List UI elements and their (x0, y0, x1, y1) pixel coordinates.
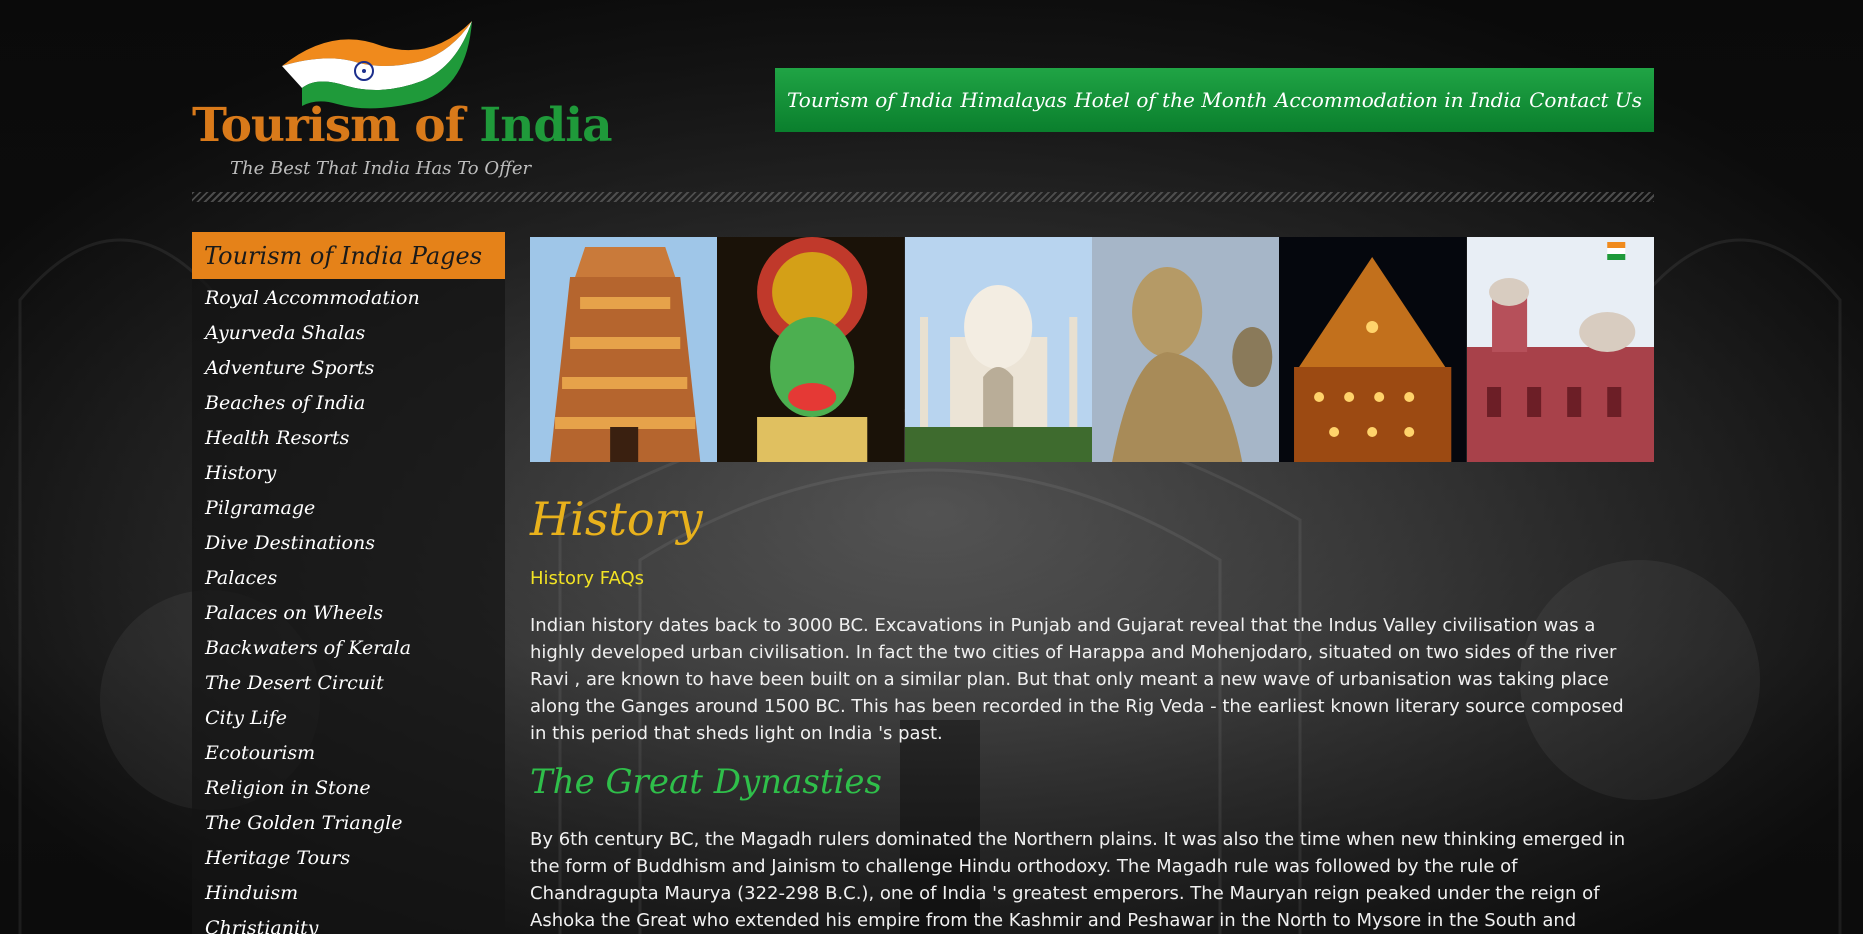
nav-item-hotel-of-the-month[interactable]: Hotel of the Month (1074, 88, 1267, 112)
sidebar-item-dive-destinations[interactable]: Dive Destinations (205, 528, 505, 563)
site-logo[interactable]: Tourism of India The Best That India Has… (192, 16, 613, 186)
sidebar-item-religion-in-stone[interactable]: Religion in Stone (205, 773, 505, 808)
sidebar-item-city-life[interactable]: City Life (205, 703, 505, 738)
page-title: History (530, 492, 703, 546)
section-heading-great-dynasties: The Great Dynasties (530, 762, 882, 802)
history-intro-paragraph: Indian history dates back to 3000 BC. Ex… (530, 615, 1624, 744)
dynasties-paragraph: By 6th century BC, the Magadh rulers dom… (530, 829, 1626, 931)
sidebar-item-heritage-tours[interactable]: Heritage Tours (205, 843, 505, 878)
sidebar-item-royal-accommodation[interactable]: Royal Accommodation (205, 283, 505, 318)
logo-word-india: India (479, 98, 612, 153)
sidebar-item-palaces-on-wheels[interactable]: Palaces on Wheels (205, 598, 505, 633)
logo-title: Tourism of India (192, 98, 613, 153)
illuminated-temple-photo (1279, 237, 1467, 462)
header-divider (192, 192, 1654, 202)
nav-item-contact-us[interactable]: Contact Us (1529, 88, 1642, 112)
sidebar-item-history[interactable]: History (205, 458, 505, 493)
logo-tagline: The Best That India Has To Offer (230, 158, 532, 179)
sidebar-item-health-resorts[interactable]: Health Resorts (205, 423, 505, 458)
sidebar-item-the-golden-triangle[interactable]: The Golden Triangle (205, 808, 505, 843)
sidebar-item-ayurveda-shalas[interactable]: Ayurveda Shalas (205, 318, 505, 353)
sidebar-item-beaches-of-india[interactable]: Beaches of India (205, 388, 505, 423)
temple-gopuram-photo (530, 237, 718, 462)
nav-item-himalayas[interactable]: Himalayas (960, 88, 1067, 112)
sidebar-item-the-desert-circuit[interactable]: The Desert Circuit (205, 668, 505, 703)
sidebar-item-pilgramage[interactable]: Pilgramage (205, 493, 505, 528)
sidebar-item-backwaters-of-kerala[interactable]: Backwaters of Kerala (205, 633, 505, 668)
sidebar-item-christianity[interactable]: Christianity (205, 913, 505, 934)
sidebar-item-ecotourism[interactable]: Ecotourism (205, 738, 505, 773)
kathakali-dancer-photo (717, 237, 905, 462)
sidebar-item-hinduism[interactable]: Hinduism (205, 878, 505, 913)
logo-word-tourism: Tourism of (192, 98, 480, 153)
main-nav: Tourism of India Himalayas Hotel of the … (775, 68, 1654, 132)
sidebar-item-adventure-sports[interactable]: Adventure Sports (205, 353, 505, 388)
taj-mahal-photo (904, 237, 1092, 462)
sidebar-item-palaces[interactable]: Palaces (205, 563, 505, 598)
red-fort-photo (1466, 237, 1654, 462)
buddha-statue-photo (1091, 237, 1280, 462)
nav-item-accommodation-in-india[interactable]: Accommodation in India (1275, 88, 1522, 112)
sidebar: Tourism of India Pages Royal Accommodati… (192, 232, 505, 934)
nav-item-tourism-of-india[interactable]: Tourism of India (787, 88, 953, 112)
sidebar-list: Royal Accommodation Ayurveda Shalas Adve… (192, 279, 505, 934)
sidebar-heading: Tourism of India Pages (192, 232, 505, 279)
history-faqs-link[interactable]: History FAQs (530, 568, 644, 589)
photo-gallery (530, 237, 1654, 462)
